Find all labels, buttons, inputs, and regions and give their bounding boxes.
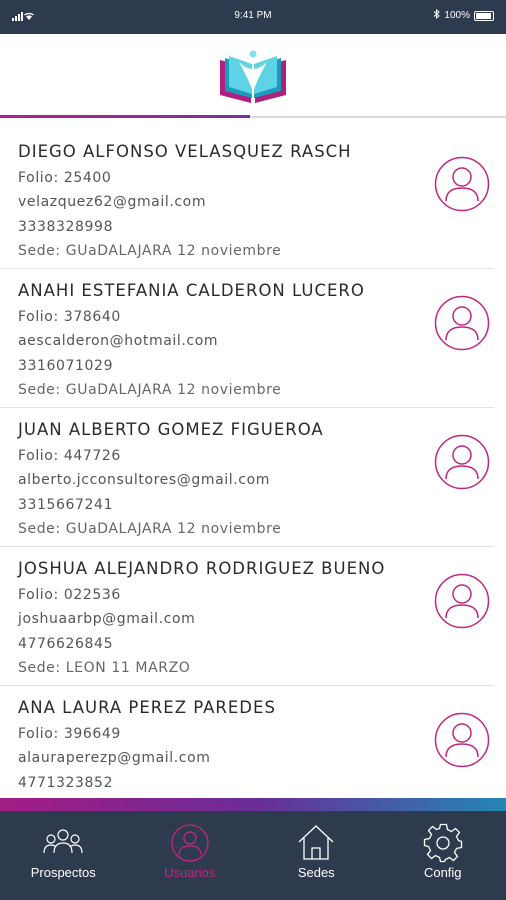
- user-name: ANA LAURA PEREZ PAREDES: [18, 698, 276, 717]
- status-bar: 9:41 PM 100%: [0, 0, 506, 34]
- bottom-tab-bar: Prospectos Usuarios Sedes Config: [0, 811, 506, 900]
- user-folio: Folio: 378640: [18, 309, 121, 325]
- user-email: velazquez62@gmail.com: [18, 194, 207, 210]
- user-name: DIEGO ALFONSO VELASQUEZ RASCH: [18, 142, 352, 161]
- user-folio: Folio: 447726: [18, 448, 121, 464]
- avatar-icon[interactable]: [434, 295, 490, 351]
- tab-config[interactable]: Config: [380, 811, 506, 900]
- list-item[interactable]: DIEGO ALFONSO VELASQUEZ RASCH Folio: 254…: [0, 130, 494, 269]
- user-sede: Sede: GUaDALAJARA 12 noviembre: [18, 521, 282, 537]
- tab-label: Sedes: [297, 865, 335, 880]
- list-item[interactable]: JUAN ALBERTO GOMEZ FIGUEROA Folio: 44772…: [0, 408, 494, 547]
- user-email: joshuaarbp@gmail.com: [18, 611, 196, 627]
- user-circle-icon: [168, 821, 212, 865]
- status-time: 9:41 PM: [234, 10, 272, 21]
- header-accent-line: [0, 115, 250, 118]
- avatar-icon[interactable]: [434, 573, 490, 629]
- user-folio: Folio: 396649: [18, 726, 121, 742]
- user-list[interactable]: DIEGO ALFONSO VELASQUEZ RASCH Folio: 254…: [0, 130, 506, 798]
- gear-icon: [421, 821, 465, 865]
- battery-status: 100%: [433, 8, 494, 22]
- tab-label: Usuarios: [164, 865, 216, 880]
- user-name: JUAN ALBERTO GOMEZ FIGUEROA: [18, 420, 324, 439]
- user-name: ANAHI ESTEFANIA CALDERON LUCERO: [18, 281, 365, 300]
- user-phone: 4771323852: [18, 775, 114, 791]
- people-group-icon: [41, 821, 85, 865]
- user-phone: 3316071029: [18, 358, 114, 374]
- avatar-icon[interactable]: [434, 712, 490, 768]
- avatar-icon[interactable]: [434, 434, 490, 490]
- avatar-icon[interactable]: [434, 156, 490, 212]
- book-logo-icon: [217, 46, 289, 106]
- user-phone: 4776626845: [18, 636, 114, 652]
- user-email: aescalderon@hotmail.com: [18, 333, 219, 349]
- user-phone: 3338328998: [18, 219, 114, 235]
- user-sede: Sede: GUaDALAJARA 12 noviembre: [18, 243, 282, 259]
- tab-label: Prospectos: [30, 865, 96, 880]
- user-sede: Sede: GUaDALAJARA 12 noviembre: [18, 382, 282, 398]
- tab-label: Config: [423, 865, 462, 880]
- user-phone: 3315667241: [18, 497, 114, 513]
- list-item[interactable]: ANA LAURA PEREZ PAREDES Folio: 396649 al…: [0, 686, 494, 798]
- user-folio: Folio: 25400: [18, 170, 112, 186]
- battery-icon: [474, 10, 494, 21]
- home-icon: [294, 821, 338, 865]
- user-email: alberto.jcconsultores@gmail.com: [18, 472, 271, 488]
- tab-usuarios[interactable]: Usuarios: [127, 811, 254, 900]
- user-email: alauraperezp@gmail.com: [18, 750, 211, 766]
- user-name: JOSHUA ALEJANDRO RODRIGUEZ BUENO: [18, 559, 386, 578]
- user-sede: Sede: LEON 11 MARZO: [18, 660, 191, 676]
- battery-percent: 100%: [444, 10, 470, 21]
- tab-prospectos[interactable]: Prospectos: [0, 811, 127, 900]
- list-item[interactable]: ANAHI ESTEFANIA CALDERON LUCERO Folio: 3…: [0, 269, 494, 408]
- tabbar-accent-bar: [0, 798, 506, 811]
- app-header: [0, 34, 506, 118]
- tab-sedes[interactable]: Sedes: [253, 811, 380, 900]
- bluetooth-icon: [433, 8, 441, 22]
- list-item[interactable]: JOSHUA ALEJANDRO RODRIGUEZ BUENO Folio: …: [0, 547, 494, 686]
- user-folio: Folio: 022536: [18, 587, 121, 603]
